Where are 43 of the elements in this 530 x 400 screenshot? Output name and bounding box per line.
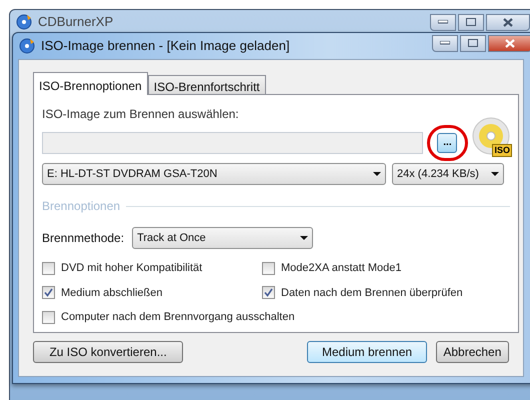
disc-icon	[16, 14, 32, 30]
group-title: Brennoptionen	[42, 198, 120, 215]
dialog-button[interactable]: Zu ISO konvertieren...	[33, 341, 184, 363]
maximize-button[interactable]	[460, 34, 486, 52]
close-button[interactable]	[488, 34, 530, 52]
disc-icon	[19, 38, 35, 54]
drive-dropdown[interactable]: E: HL-DT-ST DVDRAM GSA-T20N	[42, 163, 386, 185]
minimize-button[interactable]	[432, 34, 458, 52]
dropdown-arrow-icon	[491, 172, 499, 176]
dialog-title: ISO-Image brennen - [Kein Image geladen]	[41, 37, 290, 56]
close-icon	[503, 18, 513, 26]
iso-disc-icon: ISO	[472, 117, 510, 157]
minimize-icon	[438, 20, 448, 24]
browse-button[interactable]: ...	[437, 133, 458, 153]
checkbox[interactable]	[42, 310, 55, 324]
minimize-icon	[440, 41, 450, 45]
method-dropdown[interactable]: Track at Once	[132, 227, 314, 249]
maximize-button[interactable]	[458, 14, 484, 30]
dialog-button[interactable]: Abbrechen	[436, 341, 509, 363]
speed-dropdown[interactable]: 24x (4.234 KB/s)	[392, 163, 504, 185]
field-label: ISO-Image zum Brennen auswählen:	[42, 106, 240, 123]
tab[interactable]: ISO-Brennoptionen	[33, 72, 148, 95]
maximize-icon	[468, 39, 478, 47]
dialog-button[interactable]: Medium brennen	[307, 341, 427, 363]
minimize-button[interactable]	[430, 14, 456, 30]
maximize-icon	[466, 18, 476, 26]
checkbox-label: DVD mit hoher Kompatibilität	[61, 261, 202, 276]
window-title: CDBurnerXP	[38, 13, 114, 32]
checkbox-label: Medium abschließen	[61, 286, 162, 300]
checkbox[interactable]	[42, 262, 55, 275]
checkbox-label: Daten nach dem Brennen überprüfen	[281, 286, 463, 300]
close-icon	[505, 38, 515, 48]
dropdown-arrow-icon	[373, 172, 381, 176]
dropdown-arrow-icon	[300, 236, 308, 240]
checkbox[interactable]	[42, 286, 55, 300]
close-button[interactable]	[486, 14, 530, 30]
image-path-field[interactable]	[42, 132, 424, 154]
tab[interactable]: ISO-Brennfortschritt	[148, 75, 266, 94]
checkbox-label: Mode2XA anstatt Mode1	[281, 261, 402, 276]
method-label: Brennmethode:	[42, 230, 124, 247]
checkbox-label: Computer nach dem Brennvorgang ausschalten	[61, 310, 295, 325]
checkbox[interactable]	[262, 286, 275, 300]
checkbox[interactable]	[262, 262, 275, 275]
